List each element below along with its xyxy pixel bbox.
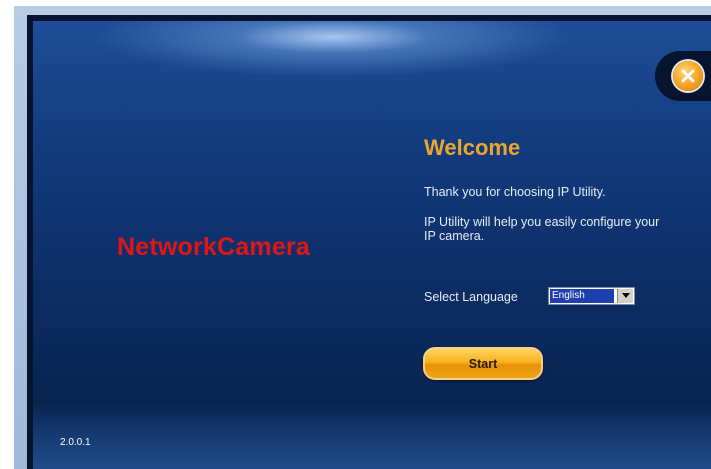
close-icon bbox=[681, 69, 695, 83]
installer-window: NetworkCamera Welcome Thank you for choo… bbox=[27, 15, 711, 469]
welcome-title: Welcome bbox=[424, 135, 521, 160]
language-dropdown-arrow[interactable] bbox=[617, 289, 633, 303]
language-label: Select Language bbox=[424, 290, 518, 304]
product-name: NetworkCamera bbox=[117, 233, 310, 261]
welcome-message-1: Thank you for choosing IP Utility. bbox=[424, 185, 606, 199]
close-button[interactable] bbox=[673, 61, 703, 91]
bottom-glow bbox=[33, 409, 711, 469]
version-label: 2.0.0.1 bbox=[60, 437, 91, 448]
chevron-down-icon bbox=[622, 293, 630, 298]
welcome-message-2: IP Utility will help you easily configur… bbox=[424, 215, 660, 243]
start-button[interactable]: Start bbox=[423, 347, 543, 380]
language-selected-value: English bbox=[550, 289, 614, 303]
language-select[interactable]: English bbox=[548, 287, 635, 305]
